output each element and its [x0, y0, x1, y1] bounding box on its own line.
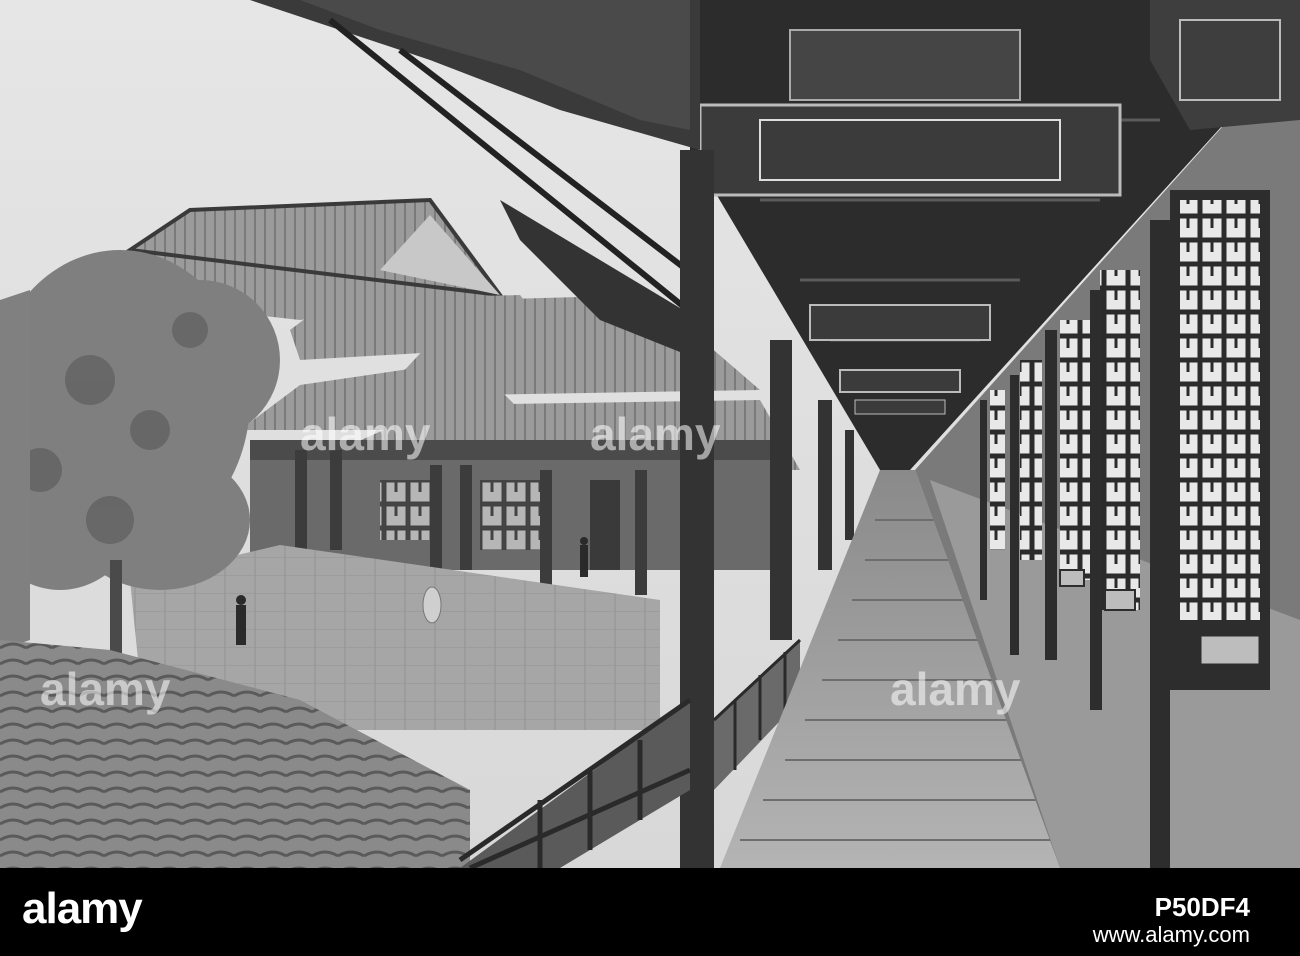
alamy-logo[interactable]: alamy	[22, 884, 143, 934]
svg-text:alamy: alamy	[590, 408, 721, 460]
stock-photo: alamy alamy alamy alamy	[0, 0, 1300, 868]
brand-name: alamy	[22, 884, 143, 933]
svg-text:alamy: alamy	[40, 663, 171, 715]
corridor-photo-drawing: alamy alamy alamy alamy	[0, 0, 1300, 868]
svg-text:alamy: alamy	[890, 663, 1021, 715]
footer-bar: alamy P50DF4 www.alamy.com	[0, 868, 1300, 956]
svg-text:alamy: alamy	[300, 408, 431, 460]
site-url-link[interactable]: www.alamy.com	[1093, 922, 1250, 948]
image-id-label: P50DF4	[1154, 892, 1250, 922]
